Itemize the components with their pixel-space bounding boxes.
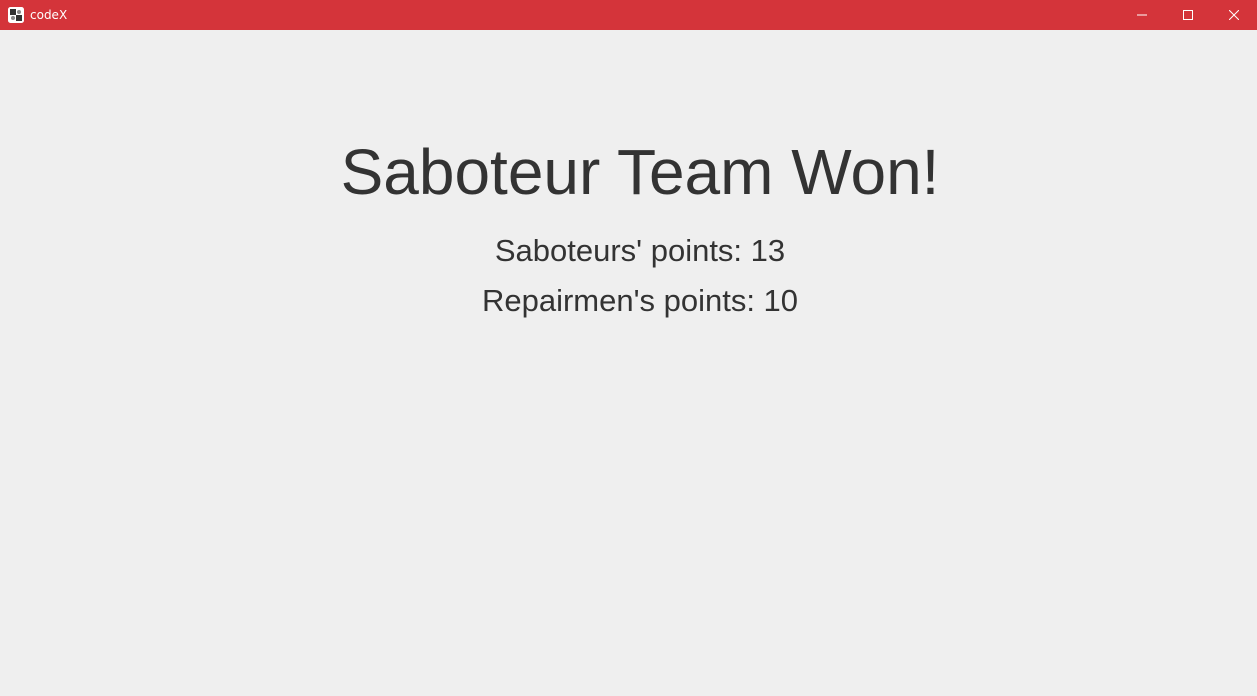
window-title: codeX	[30, 8, 68, 22]
title-bar[interactable]: codeX	[0, 0, 1257, 30]
minimize-button[interactable]	[1119, 0, 1165, 30]
repairmen-points-label: Repairmen's points: 10	[481, 283, 799, 318]
app-window: codeX Saboteur Team Won! Saboteurs' poin…	[0, 0, 1257, 696]
saboteurs-points-label: Saboteurs' points: 13	[494, 233, 786, 268]
close-button[interactable]	[1211, 0, 1257, 30]
close-icon	[1229, 10, 1239, 20]
winner-headline: Saboteur Team Won!	[340, 136, 940, 208]
maximize-button[interactable]	[1165, 0, 1211, 30]
result-screen: Saboteur Team Won! Saboteurs' points: 13…	[0, 30, 1257, 696]
app-icon	[8, 7, 24, 23]
minimize-icon	[1137, 14, 1147, 16]
maximize-icon	[1183, 10, 1193, 20]
window-controls	[1119, 0, 1257, 30]
